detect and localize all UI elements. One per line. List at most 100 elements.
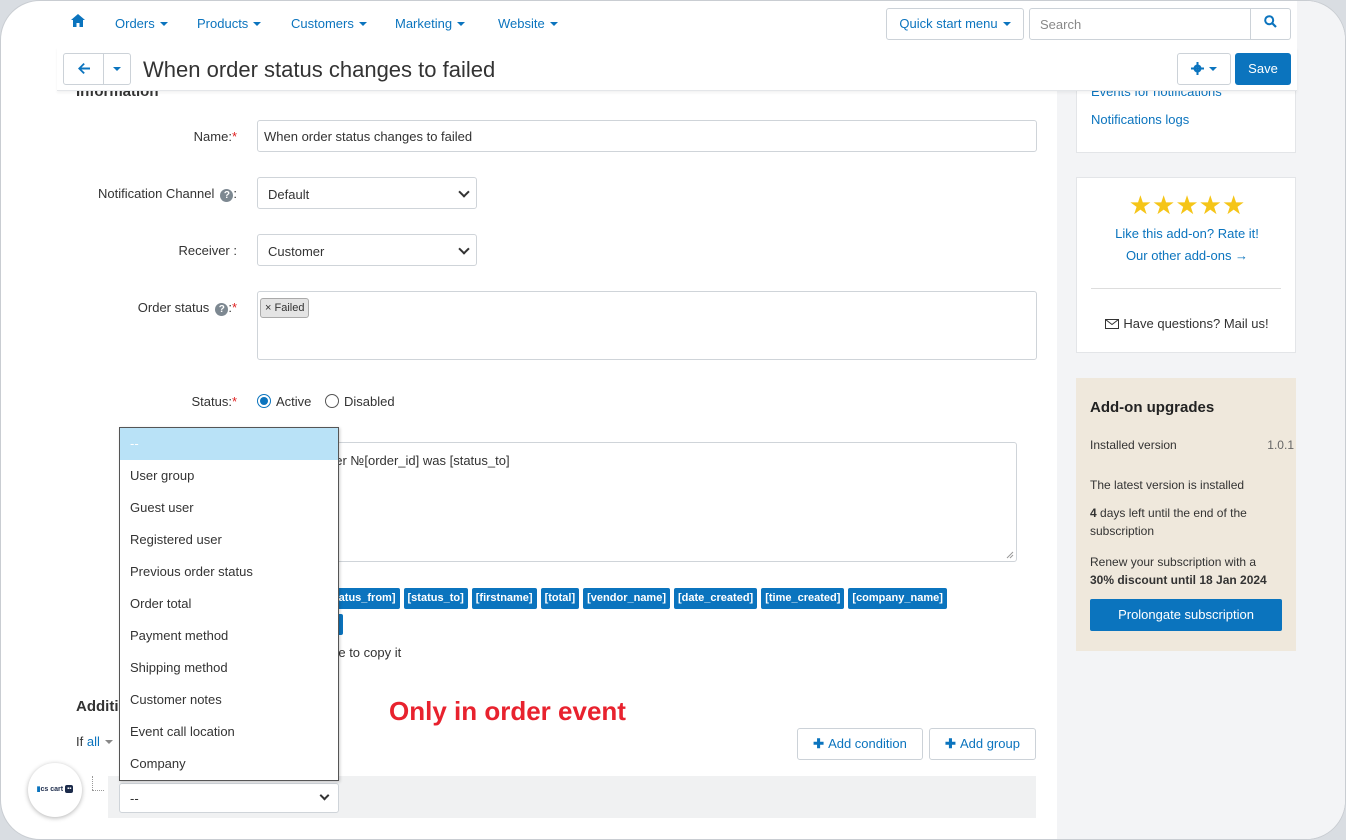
name-label: Name:*	[193, 129, 237, 144]
condition-type-dropdown: -- User group Guest user Registered user…	[119, 427, 339, 781]
help-icon[interactable]: ?	[220, 189, 234, 202]
status-active-radio[interactable]	[257, 394, 271, 408]
search-box	[1029, 8, 1291, 40]
status-disabled-label[interactable]: Disabled	[344, 394, 395, 409]
chevron-down-icon	[159, 22, 168, 26]
receiver-label: Receiver :	[178, 243, 237, 258]
search-button[interactable]	[1250, 9, 1290, 39]
prolongate-subscription-button[interactable]: Prolongate subscription	[1090, 599, 1282, 631]
dropdown-option[interactable]: Previous order status	[120, 556, 338, 588]
order-status-tag[interactable]: × Failed	[260, 298, 310, 318]
remove-tag-icon[interactable]: ×	[265, 302, 271, 314]
chevron-down-icon	[457, 22, 466, 26]
other-addons-link[interactable]: Our other add-ons →	[1077, 248, 1297, 263]
chevron-down-icon	[104, 740, 113, 744]
placeholder-list: tatus_from] [status_to] [firstname] [total]…	[331, 588, 951, 609]
if-text: If	[76, 734, 84, 749]
dropdown-option[interactable]: Order total	[120, 588, 338, 620]
dropdown-option[interactable]: Shipping method	[120, 652, 338, 684]
upgrades-title: Add-on upgrades	[1090, 399, 1215, 416]
cs-cart-logo[interactable]: ▮cs cart ▪▪	[28, 763, 82, 817]
annotation-text: Only in order event	[389, 696, 626, 726]
dropdown-option[interactable]: Registered user	[120, 524, 338, 556]
placeholder-status-to[interactable]: [status_to]	[403, 588, 468, 609]
plus-icon: ✚	[945, 736, 956, 751]
message-text: der №[order_id] was [status_to]	[328, 453, 510, 468]
condition-type-select[interactable]: --	[119, 783, 339, 813]
rate-it-link[interactable]: Like this add-on? Rate it!	[1077, 226, 1297, 241]
back-button-group	[63, 53, 131, 85]
tree-line	[92, 776, 93, 790]
dropdown-option[interactable]: User group	[120, 460, 338, 492]
chevron-down-icon	[1209, 67, 1217, 71]
title-bar: When order status changes to failed Save	[57, 47, 1297, 91]
chevron-down-icon	[458, 186, 470, 198]
message-textarea[interactable]: der №[order_id] was [status_to]	[257, 442, 1017, 562]
app-window: Orders Products Customers Marketing Webs…	[0, 0, 1346, 840]
add-condition-button[interactable]: ✚ Add condition	[797, 728, 923, 760]
quick-start-menu-button[interactable]: Quick start menu	[886, 8, 1024, 40]
placeholder-company-name[interactable]: [company_name]	[848, 588, 947, 609]
dropdown-option[interactable]: --	[120, 428, 338, 460]
placeholder-status-from[interactable]: tatus_from]	[331, 588, 400, 609]
placeholder-time-created[interactable]: [time_created]	[761, 588, 845, 609]
rate-panel: ★★★★★ Like this add-on? Rate it! Our oth…	[1076, 177, 1296, 353]
nav-marketing[interactable]: Marketing	[395, 16, 466, 31]
chevron-down-icon	[549, 22, 558, 26]
notifications-logs-link[interactable]: Notifications logs	[1091, 112, 1189, 127]
search-input[interactable]	[1038, 16, 1238, 33]
installed-version-row: Installed version 1.0.1	[1090, 438, 1294, 452]
chevron-down-icon	[113, 67, 121, 71]
section-title-additional: Additi	[76, 698, 119, 715]
chevron-down-icon	[458, 243, 470, 255]
latest-installed-text: The latest version is installed	[1090, 478, 1245, 492]
dropdown-option[interactable]: Event call location	[120, 716, 338, 748]
dropdown-option[interactable]: Customer notes	[120, 684, 338, 716]
gear-icon	[1191, 62, 1204, 75]
installed-version-value: 1.0.1	[1267, 438, 1294, 452]
order-status-multiselect[interactable]: × Failed	[257, 291, 1037, 360]
chevron-down-icon	[253, 22, 262, 26]
help-icon[interactable]: ?	[215, 303, 229, 316]
dropdown-option[interactable]: Payment method	[120, 620, 338, 652]
chevron-down-icon	[358, 22, 367, 26]
placeholder-date-created[interactable]: [date_created]	[674, 588, 758, 609]
placeholder-vendor-name[interactable]: [vendor_name]	[583, 588, 670, 609]
tree-line	[92, 790, 104, 791]
nav-website[interactable]: Website	[498, 16, 558, 31]
back-button[interactable]	[64, 54, 104, 84]
renew-text: Renew your subscription with a 30% discou…	[1090, 555, 1267, 587]
chevron-down-icon	[1002, 22, 1011, 26]
chevron-down-icon	[319, 790, 330, 801]
dropdown-option[interactable]: Guest user	[120, 492, 338, 524]
receiver-select[interactable]: Customer	[257, 234, 477, 266]
save-button[interactable]: Save	[1235, 53, 1291, 85]
placeholder-firstname[interactable]: [firstname]	[471, 588, 537, 609]
search-icon	[1264, 15, 1277, 28]
page-title: When order status changes to failed	[143, 57, 496, 82]
status-label: Status:*	[191, 394, 237, 409]
home-icon[interactable]	[71, 14, 85, 30]
status-active-label[interactable]: Active	[276, 394, 311, 409]
name-field[interactable]: When order status changes to failed	[257, 120, 1037, 152]
days-left-text: 4 days left until the end of the subscri…	[1090, 506, 1247, 538]
arrow-left-icon	[77, 63, 90, 74]
resize-handle-icon[interactable]	[1006, 551, 1014, 559]
nav-customers[interactable]: Customers	[291, 16, 367, 31]
rating-stars-icon[interactable]: ★★★★★	[1077, 190, 1297, 221]
add-group-button[interactable]: ✚ Add group	[929, 728, 1036, 760]
conditions-logic: If all	[76, 734, 113, 749]
top-nav: Orders Products Customers Marketing Webs…	[57, 1, 1297, 47]
settings-dropdown-button[interactable]	[1177, 53, 1231, 85]
dropdown-option[interactable]: Company	[120, 748, 338, 780]
status-disabled-radio[interactable]	[325, 394, 339, 408]
placeholder-total[interactable]: [total]	[540, 588, 580, 609]
all-any-toggle[interactable]: all	[87, 734, 100, 749]
plus-icon: ✚	[813, 736, 825, 751]
history-dropdown-button[interactable]	[104, 54, 130, 84]
mail-us-link[interactable]: Have questions? Mail us!	[1077, 316, 1297, 331]
envelope-icon	[1105, 319, 1120, 329]
notification-channel-select[interactable]: Default	[257, 177, 477, 209]
nav-products[interactable]: Products	[197, 16, 262, 31]
nav-orders[interactable]: Orders	[115, 16, 168, 31]
